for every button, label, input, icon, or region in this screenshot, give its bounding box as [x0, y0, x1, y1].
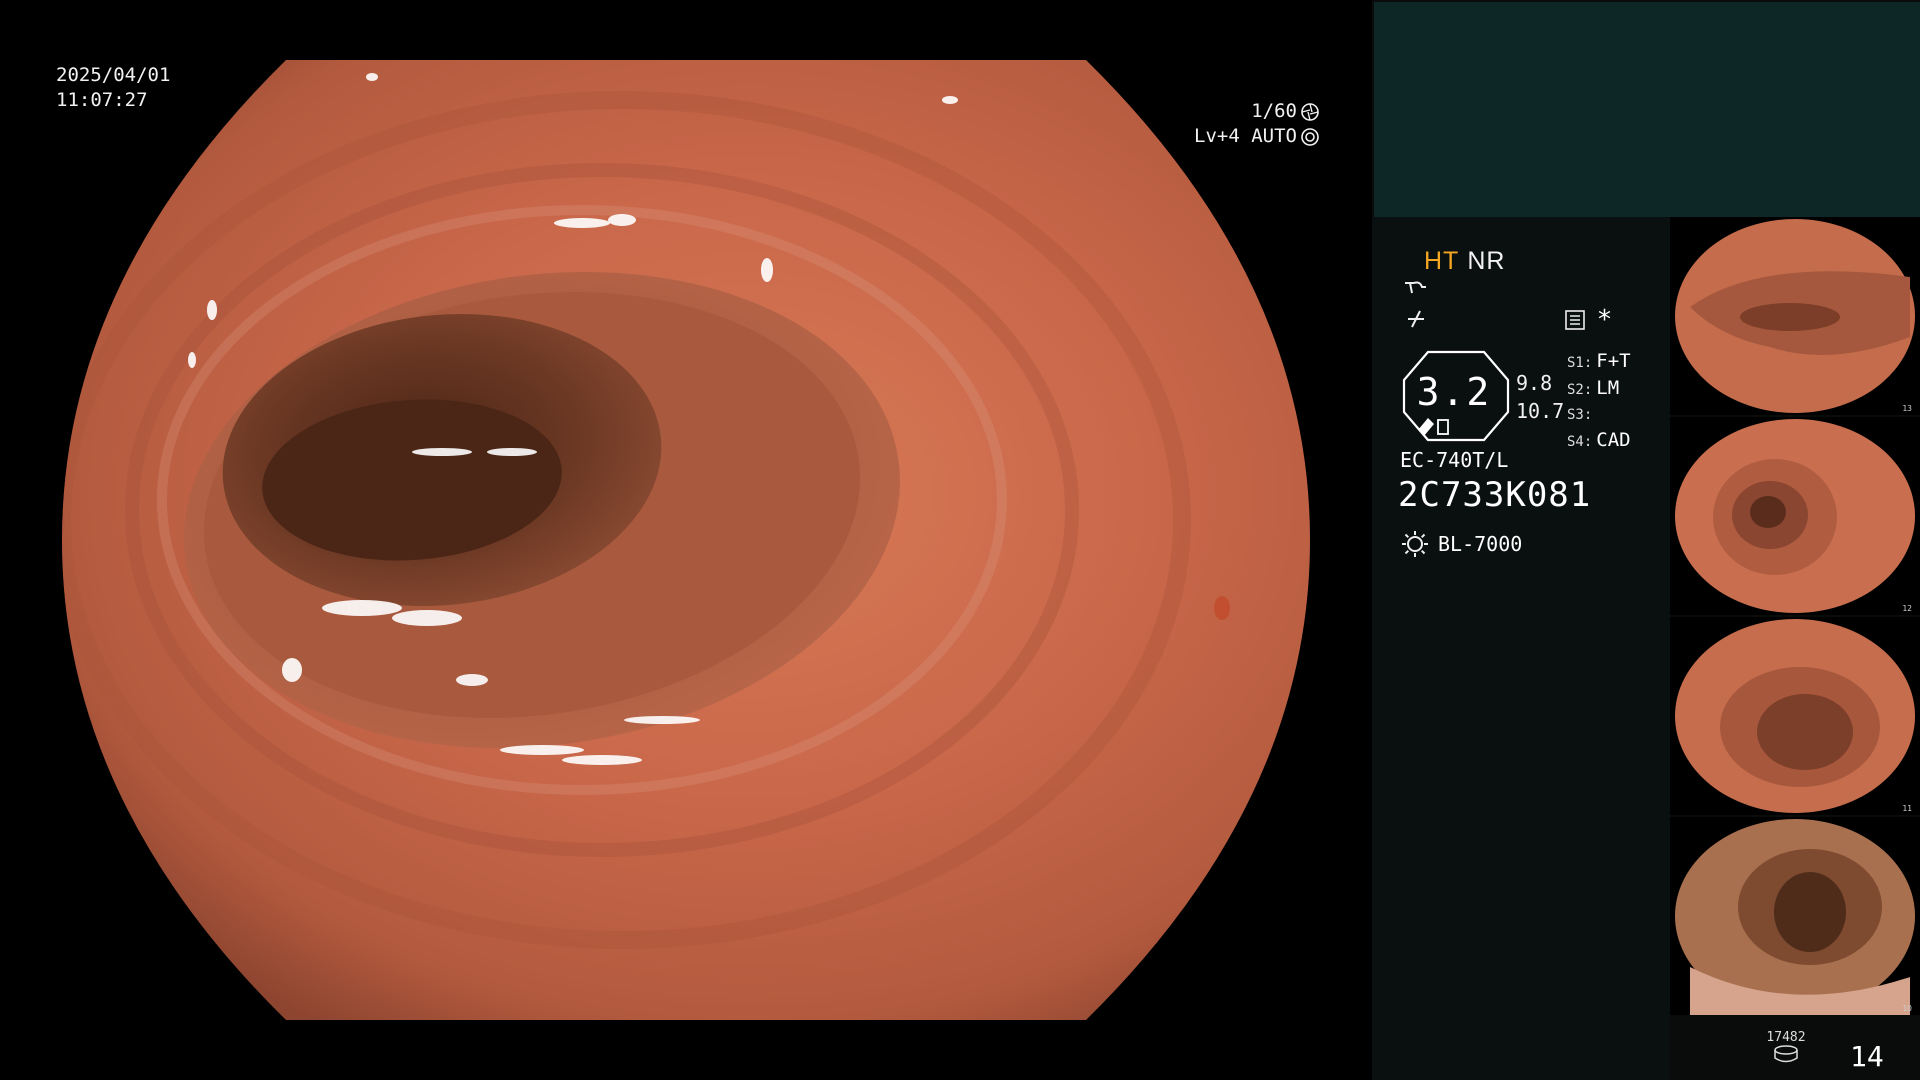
scope-numbers: 9.8 10.7 [1516, 369, 1564, 425]
slot-s4: S4: CAD [1567, 429, 1631, 451]
datetime-readout: 2025/04/01 11:07:27 [56, 63, 170, 113]
thumbnail-image [1675, 419, 1915, 613]
number-lower: 10.7 [1516, 399, 1565, 423]
light-source-row: BL-7000 [1400, 529, 1522, 559]
image-counter: 17482 [1766, 1030, 1806, 1063]
endoscopic-image [62, 60, 1310, 1020]
scope-serial: 2C733K081 [1398, 475, 1592, 515]
exposure-info: 1/60 Lv+4 AUTO [1194, 99, 1320, 149]
switch-slots: S1: F+T S2: LM S3: S4: CAD [1567, 349, 1631, 455]
slot-s2: S2: LM [1567, 377, 1620, 399]
date-text: 2025/04/01 [56, 64, 171, 86]
thumbnail-index: 12 [1902, 604, 1912, 613]
status-area: HT NR * 3.2 9.8 10.7 S1: F+T S2: LM S3: … [1372, 217, 1670, 1080]
thumbnail[interactable]: 10 [1670, 817, 1920, 1015]
slot-s1: S1: F+T [1567, 350, 1631, 372]
thumbnail-image [1675, 219, 1915, 413]
time-text: 11:07:27 [56, 89, 148, 111]
counter-value: 17482 [1766, 1030, 1806, 1045]
thumbnail-image [1675, 819, 1915, 1015]
contrast-icon [1408, 310, 1424, 328]
mode-ht-label: HT [1424, 247, 1460, 275]
panel-top-block [1374, 2, 1920, 217]
light-source-icon [1402, 531, 1428, 557]
thumbnail-index: 10 [1902, 1004, 1912, 1013]
iris-icon [1301, 127, 1319, 146]
thumbnail[interactable]: 12 [1670, 417, 1920, 615]
level-mode-text: Lv+4 AUTO [1194, 125, 1297, 147]
shutter-speed-text: 1/60 [1251, 100, 1297, 122]
zoom-value: 3.2 [1416, 370, 1492, 414]
mode-nr-label: NR [1467, 247, 1506, 275]
thumbnail[interactable]: 13 [1670, 217, 1920, 415]
thumbnail-index: 13 [1902, 404, 1912, 413]
settings-list-icon [1565, 310, 1585, 330]
endoscope-view: 2025/04/01 11:07:27 1/60 Lv+4 AUTO [0, 0, 1372, 1080]
thumbnail-index: 11 [1902, 804, 1912, 813]
storage-icon [1774, 1045, 1798, 1063]
slot-s3: S3: [1567, 407, 1593, 423]
page-number: 14 [1850, 1040, 1884, 1073]
number-upper: 9.8 [1516, 371, 1553, 395]
star-marker: * [1598, 305, 1611, 335]
thumbnail-image [1675, 619, 1915, 813]
captured-thumbnails: 13 12 11 10 [1670, 217, 1920, 1017]
image-mode-line: HT NR [1424, 247, 1505, 276]
thumbnail[interactable]: 11 [1670, 617, 1920, 815]
enhancement-icon [1405, 281, 1426, 294]
shutter-icon [1301, 102, 1319, 121]
light-source-label: BL-7000 [1438, 532, 1523, 556]
scope-model: EC-740T/L [1400, 448, 1509, 472]
